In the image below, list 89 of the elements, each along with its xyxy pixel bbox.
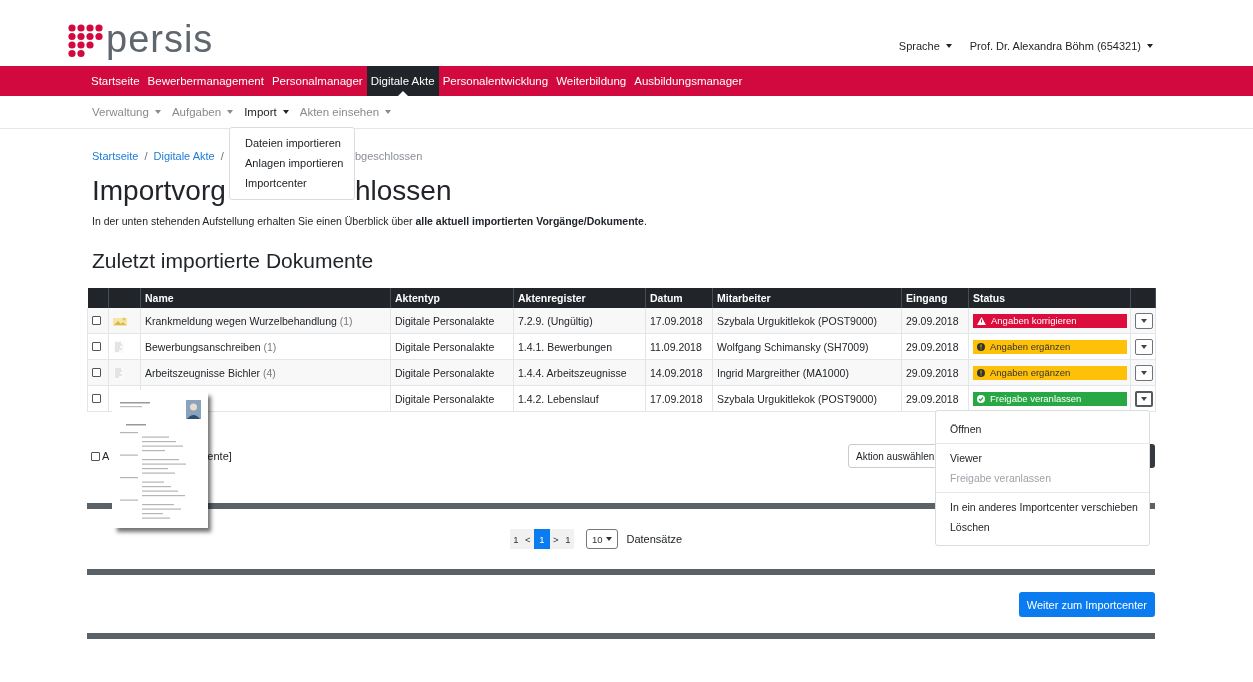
breadcrumb-separator: /: [220, 150, 224, 162]
check-icon: [977, 394, 985, 403]
checkbox[interactable]: [92, 394, 101, 403]
row-menu-toggle[interactable]: [1135, 364, 1153, 381]
status-badge: Angaben ergänzen: [973, 365, 1127, 380]
caret-icon: [1141, 344, 1147, 349]
page-title: Importvorg: [92, 174, 226, 208]
page-size-label: Datensätze: [626, 533, 683, 545]
caret-icon: [1141, 370, 1147, 375]
page-size-select[interactable]: 10: [585, 529, 619, 549]
nav-tab[interactable]: Startseite: [87, 66, 144, 96]
menu-item[interactable]: Löschen: [936, 517, 1149, 537]
nav-tab[interactable]: Weiterbildung: [552, 66, 631, 96]
nav-tab[interactable]: Digitale Akte: [366, 66, 439, 96]
nav-tab[interactable]: Personalmanager: [267, 66, 367, 96]
column-header: Eingang: [901, 288, 969, 308]
logo-dots-icon: [68, 24, 104, 58]
table-cell: 11.09.2018: [650, 340, 702, 353]
status-badge: Angaben ergänzen: [973, 339, 1127, 354]
breadcrumb-separator: /: [144, 150, 148, 162]
table-cell: Bewerbungsanschreiben (1): [145, 340, 277, 353]
table-cell: 29.09.2018: [906, 340, 959, 353]
page-title: hlossen: [355, 174, 452, 208]
menu-item[interactable]: Dateien importieren: [230, 136, 354, 151]
table-cell: 1.4.1. Bewerbungen: [518, 340, 612, 353]
table-cell: Krankmeldung wegen Wurzelbehandlung (1): [145, 314, 353, 327]
section-title: Zuletzt importierte Dokumente: [92, 248, 375, 274]
image-thumbnail-icon: [113, 315, 127, 326]
row-menu-toggle[interactable]: [1135, 338, 1153, 355]
table-cell: 14.09.2018: [650, 366, 703, 379]
checkbox-label: A: [102, 450, 110, 462]
status-badge: Angaben korrigieren: [973, 313, 1127, 328]
caret-icon: [1141, 396, 1147, 401]
table-cell: Arbeitszeugnisse Bichler (4): [145, 366, 276, 379]
info-icon: [977, 368, 985, 377]
table-cell: 1.4.2. Lebenslauf: [518, 392, 599, 405]
table-cell: 17.09.2018: [650, 314, 703, 327]
table-cell: 7.2.9. (Ungültig): [518, 314, 593, 327]
table-cell: 17.09.2018: [650, 392, 703, 405]
checkbox[interactable]: [91, 451, 100, 461]
subnav-menu[interactable]: Aufgaben: [171, 106, 234, 118]
table-cell: Digitale Personalakte: [395, 392, 495, 405]
continue-button[interactable]: Weiter zum Importcenter: [1018, 592, 1155, 617]
caret-icon: [1141, 318, 1147, 323]
column-header: Mitarbeiter: [712, 288, 902, 308]
menu-item[interactable]: In ein anderes Importcenter verschieben: [936, 497, 1149, 517]
nav-tab[interactable]: Personalentwicklung: [438, 66, 553, 96]
column-header: Aktenregister: [513, 288, 646, 308]
menu-item[interactable]: Anlagen importieren: [230, 156, 354, 171]
table-cell: 29.09.2018: [906, 366, 959, 379]
info-icon: [977, 342, 985, 351]
checkbox[interactable]: [92, 368, 101, 377]
table-cell: Szybala Urgukitlekok (POST9000): [717, 392, 877, 405]
table-cell: Ingrid Margreither (MA1000): [717, 366, 849, 379]
checkbox[interactable]: [92, 316, 101, 325]
table-cell: 29.09.2018: [906, 314, 959, 327]
table-cell: Wolfgang Schimansky (SH7009): [717, 340, 869, 353]
table-cell: Szybala Urgukitlekok (POST9000): [717, 314, 877, 327]
checkbox-label: ente]: [207, 450, 232, 462]
status-badge: Freigabe veranlassen: [973, 391, 1127, 406]
table-cell: 29.09.2018: [906, 392, 959, 405]
column-header: Name: [140, 288, 391, 308]
row-menu-toggle[interactable]: [1135, 390, 1153, 407]
warning-icon: [977, 316, 986, 325]
table-cell: Digitale Personalakte: [395, 340, 495, 353]
subnav-menu[interactable]: Verwaltung: [92, 106, 161, 118]
nav-tab[interactable]: Ausbildungsmanager: [630, 66, 747, 96]
breadcrumb-link[interactable]: Startseite: [92, 150, 139, 162]
header-menu[interactable]: Sprache: [898, 40, 952, 52]
menu-item[interactable]: Importcenter: [230, 176, 354, 191]
breadcrumb-current: bgeschlossen: [355, 150, 423, 162]
column-header: Status: [968, 288, 1131, 308]
menu-item[interactable]: Öffnen: [936, 419, 1149, 439]
subnav-menu[interactable]: Import: [244, 106, 289, 118]
page-button[interactable]: 1: [509, 529, 522, 549]
table-cell: 1.4.4. Arbeitszeugnisse: [518, 366, 627, 379]
checkbox[interactable]: [92, 342, 101, 351]
logo-text: persis: [106, 20, 214, 58]
row-menu-toggle[interactable]: [1135, 312, 1153, 329]
breadcrumb-link[interactable]: Digitale Akte: [153, 150, 215, 162]
subnav-menu[interactable]: Akten einsehen: [299, 106, 392, 118]
table-cell: Digitale Personalakte: [395, 366, 495, 379]
column-header: Aktentyp: [390, 288, 514, 308]
header-menu[interactable]: Prof. Dr. Alexandra Böhm (654321): [969, 40, 1153, 52]
nav-tab[interactable]: Bewerbermanagement: [143, 66, 268, 96]
document-thumbnail-icon: [113, 340, 125, 353]
column-header: Datum: [645, 288, 713, 308]
description-text: In der unten stehenden Aufstellung erhalten Sie einen Überblick über alle aktuell importierten Vorgänge/Dokumente.: [92, 215, 648, 227]
table-cell: Digitale Personalakte: [395, 314, 495, 327]
